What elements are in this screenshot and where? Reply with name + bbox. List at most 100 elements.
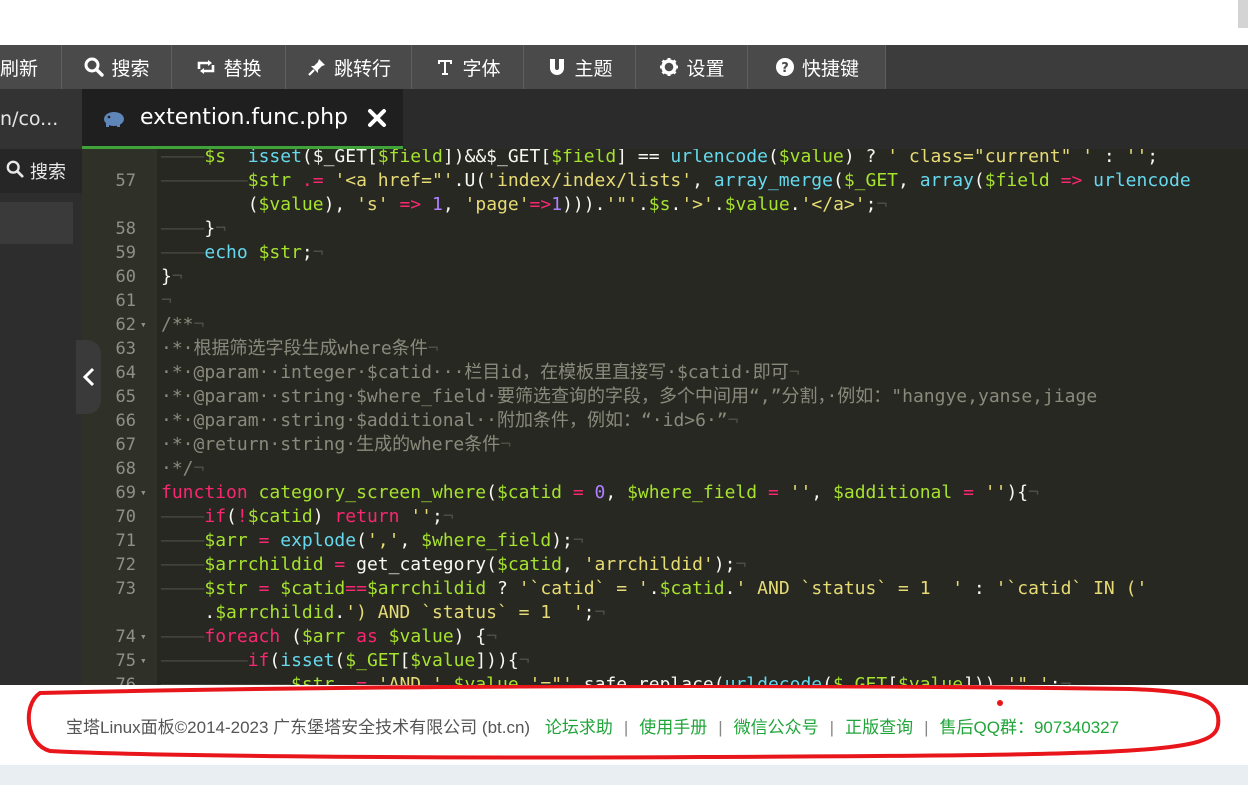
toolbar-filler <box>886 45 1248 89</box>
code-line[interactable]: 59 ————echo $str;¬ <box>82 241 1248 265</box>
search-label: 搜索 <box>111 57 150 80</box>
line-number: 60 <box>115 267 136 287</box>
gear-icon <box>658 56 680 78</box>
scrollbar-edge <box>1238 0 1248 28</box>
fold-arrow-icon[interactable]: ▾ <box>140 481 147 505</box>
code-text: ————$s isset($_GET[$field])&&$_GET[$fiel… <box>161 149 1159 167</box>
code-area[interactable]: ————$s isset($_GET[$field])&&$_GET[$fiel… <box>82 149 1248 685</box>
sidebar-search-button[interactable]: 搜索 <box>0 149 82 193</box>
replace-label: 替换 <box>223 57 262 80</box>
close-icon[interactable] <box>366 107 388 129</box>
footer-separator: | <box>718 718 723 737</box>
code-text: ————if(!$catid) return '';¬ <box>161 506 454 527</box>
code-text: ————$arrchildid = get_category($catid, '… <box>161 554 747 575</box>
code-text: ————}¬ <box>161 218 227 239</box>
line-number: 73 <box>115 579 136 599</box>
code-line[interactable]: 60 }¬ <box>82 265 1248 289</box>
fold-arrow-icon[interactable]: ▾ <box>140 625 147 649</box>
fold-arrow-icon[interactable]: ▾ <box>140 649 147 673</box>
forum-help-link[interactable]: 论坛求助 <box>545 718 613 737</box>
footer-separator: | <box>829 718 835 737</box>
code-line[interactable]: 63 ·*·根据筛选字段生成where条件¬ <box>82 337 1248 361</box>
refresh-button[interactable]: 刷新 <box>0 45 62 89</box>
code-line[interactable]: 64 ·*·@param··integer·$catid···栏目id，在模板里直… <box>82 361 1248 385</box>
code-text: .$arrchildid.') AND `status` = 1 ';¬ <box>161 602 606 623</box>
sidebar-search-label: 搜索 <box>30 162 66 183</box>
line-number: 75 <box>115 651 136 671</box>
search-button[interactable]: 搜索 <box>62 45 172 89</box>
code-text: ·*·@param··integer·$catid···栏目id，在模板里直接写… <box>161 362 800 383</box>
code-text: ·*·@return·string·生成的where条件¬ <box>161 434 512 455</box>
code-text: function category_screen_where($catid = … <box>161 482 1039 503</box>
search-icon <box>6 160 24 183</box>
selected-file-item[interactable] <box>0 202 73 244</box>
line-number: 58 <box>115 219 136 239</box>
code-line[interactable]: 57 ————————$str .= '<a href="'.U('index/i… <box>82 169 1248 193</box>
code-text: ————————$str .= '<a href="'.U('index/ind… <box>161 170 1191 191</box>
code-line[interactable]: 75 ▾ ————————if(isset($_GET[$value])){¬ <box>82 649 1248 673</box>
directory-path[interactable]: n/co... <box>0 89 82 149</box>
line-number: 69 <box>115 483 136 503</box>
qq-group-link[interactable]: 售后QQ群：907340327 <box>940 718 1120 737</box>
wechat-account-link[interactable]: 微信公众号 <box>734 718 819 737</box>
code-line[interactable]: 73 ————$str = $catid==$arrchildid ? '`cat… <box>82 577 1248 601</box>
code-text: ·*·@param··string·$additional··附加条件，例如：“… <box>161 410 739 431</box>
search-icon <box>83 56 105 78</box>
shortcuts-button[interactable]: ? 快捷键 <box>748 45 886 89</box>
code-line[interactable]: 61 ¬ <box>82 289 1248 313</box>
code-line[interactable]: 58 ————}¬ <box>82 217 1248 241</box>
license-check-link[interactable]: 正版查询 <box>845 718 913 737</box>
code-editor[interactable]: ————$s isset($_GET[$field])&&$_GET[$fiel… <box>82 149 1248 685</box>
settings-label: 设置 <box>686 57 725 80</box>
fold-arrow-icon[interactable]: ▾ <box>140 313 147 337</box>
line-number: 72 <box>115 555 136 575</box>
code-line[interactable]: 62 ▾ /**¬ <box>82 313 1248 337</box>
goto-line-button[interactable]: 跳转行 <box>286 45 412 89</box>
code-line[interactable]: 66 ·*·@param··string·$additional··附加条件，例如… <box>82 409 1248 433</box>
replace-button[interactable]: 替换 <box>172 45 286 89</box>
code-line[interactable]: 76 ————————————$str .= 'AND '.$value.'="'… <box>82 673 1248 685</box>
replace-icon <box>195 56 217 78</box>
code-line[interactable]: 71 ————$arr = explode(',', $where_field);… <box>82 529 1248 553</box>
font-button[interactable]: 字体 <box>412 45 524 89</box>
code-line[interactable]: 70 ————if(!$catid) return '';¬ <box>82 505 1248 529</box>
file-sidebar: n/co... 搜索 <box>0 89 82 685</box>
code-text: ————————if(isset($_GET[$value])){¬ <box>161 650 530 671</box>
code-text: ¬ <box>161 290 172 311</box>
code-line[interactable]: 65 ·*·@param··string·$where_field·要筛选查询的字… <box>82 385 1248 409</box>
collapse-sidebar-button[interactable] <box>76 340 101 414</box>
code-line[interactable]: ($value), 's' => 1, 'page'=>1))).'"'.$s.… <box>82 193 1248 217</box>
theme-label: 主题 <box>574 57 613 80</box>
code-line[interactable]: .$arrchildid.') AND `status` = 1 ';¬ <box>82 601 1248 625</box>
line-number: 67 <box>115 435 136 455</box>
code-line[interactable]: ————$s isset($_GET[$field])&&$_GET[$fiel… <box>82 149 1248 169</box>
code-line[interactable]: 67 ·*·@return·string·生成的where条件¬ <box>82 433 1248 457</box>
code-line[interactable]: 72 ————$arrchildid = get_category($catid,… <box>82 553 1248 577</box>
refresh-label: 刷新 <box>0 57 39 80</box>
code-text: ($value), 's' => 1, 'page'=>1))).'"'.$s.… <box>161 194 888 215</box>
tab-extention-func-php[interactable]: extention.func.php <box>82 89 403 149</box>
tab-filename: extention.func.php <box>140 105 349 130</box>
code-line[interactable]: 68 ·*/¬ <box>82 457 1248 481</box>
pushpin-icon <box>306 56 328 78</box>
svg-text:?: ? <box>781 61 789 76</box>
code-text: ————$arr = explode(',', $where_field);¬ <box>161 530 584 551</box>
php-elephant-icon <box>104 111 124 127</box>
code-text: ————echo $str;¬ <box>161 242 324 263</box>
code-text: ·*·根据筛选字段生成where条件¬ <box>161 338 439 359</box>
line-number: 68 <box>115 459 136 479</box>
code-text: }¬ <box>161 266 183 287</box>
theme-button[interactable]: 主题 <box>524 45 636 89</box>
line-number: 76 <box>115 675 136 685</box>
code-line[interactable]: 69 ▾ function category_screen_where($catid… <box>82 481 1248 505</box>
line-number: 57 <box>115 171 136 191</box>
footer-separator: | <box>623 718 629 737</box>
line-number: 70 <box>115 507 136 527</box>
user-manual-link[interactable]: 使用手册 <box>639 718 707 737</box>
footer-separator: | <box>924 718 929 737</box>
line-number: 71 <box>115 531 136 551</box>
code-text: ————$str = $catid==$arrchildid ? '`catid… <box>161 578 1148 599</box>
code-line[interactable]: 74 ▾ ————foreach ($arr as $value) {¬ <box>82 625 1248 649</box>
settings-button[interactable]: 设置 <box>636 45 748 89</box>
file-tabbar: extention.func.php <box>82 89 1248 149</box>
